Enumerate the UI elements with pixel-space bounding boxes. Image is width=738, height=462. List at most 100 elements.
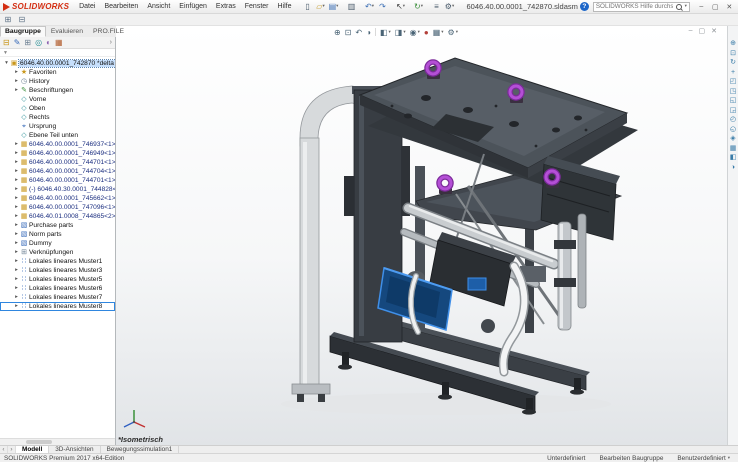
tree-item-favorites[interactable]: ▸ ★ Favoriten (0, 68, 115, 77)
redo-button[interactable]: ↷ (377, 1, 389, 12)
expand-icon[interactable]: ▸ (13, 268, 20, 274)
options-button[interactable]: ⚙▾ (444, 1, 456, 12)
tree-item-plane-part-bottom[interactable]: ◇ Ebene Teil unten (0, 131, 115, 140)
tab-scroll-right-button[interactable]: › (8, 446, 16, 453)
feature-manager-tab-icon[interactable]: ⊟ (3, 39, 10, 47)
tab-scroll-left-button[interactable]: ‹ (0, 446, 8, 453)
file-properties-button[interactable]: ≡ (431, 1, 443, 12)
scrollbar-thumb[interactable] (26, 440, 52, 444)
menu-datei[interactable]: Datei (75, 1, 99, 12)
tree-item-component-collection[interactable]: ▸ ▦ 6046.40.00.0001_746949<1> "collectio (0, 149, 115, 158)
print-button[interactable]: ▥ (346, 1, 358, 12)
previous-view-button[interactable]: ↶ (355, 28, 362, 37)
dimxpert-manager-tab-icon[interactable]: ◎ (35, 39, 42, 47)
document-restore-button[interactable]: ▢ (699, 27, 706, 35)
assembly-tool-button-2[interactable]: ⊟ (16, 14, 28, 25)
pan-view-icon[interactable]: + (731, 69, 735, 76)
collapse-icon[interactable]: ▾ (3, 61, 10, 67)
tree-item-folder-norm-parts[interactable]: ▸ ▧ Norm parts (0, 230, 115, 239)
front-view-icon[interactable]: ◰ (730, 78, 737, 85)
tree-horizontal-scrollbar[interactable] (0, 438, 115, 445)
expand-icon[interactable]: ▸ (13, 70, 20, 76)
expand-icon[interactable]: ▸ (13, 205, 20, 211)
save-button[interactable]: ▤▾ (328, 1, 340, 12)
tree-item-component-quickchange[interactable]: ▸ ▦ 6046.40.00.0001_745662<1> "quickch (0, 194, 115, 203)
tree-item-folder-dummy[interactable]: ▸ ▧ Dummy (0, 239, 115, 248)
hide-show-items-button[interactable]: ◉▾ (410, 28, 420, 37)
tab-bewegungssimulation[interactable]: Bewegungssimulation1 (101, 446, 180, 453)
left-view-icon[interactable]: ◱ (730, 97, 737, 104)
menu-fenster[interactable]: Fenster (241, 1, 273, 12)
document-minimize-button[interactable]: – (689, 27, 693, 35)
display-manager-tab-icon[interactable]: ◐ (46, 39, 51, 47)
menu-extras[interactable]: Extras (212, 1, 240, 12)
zoom-area-button[interactable]: ⊡ (345, 28, 352, 37)
tree-root-assembly[interactable]: ▾ ▣ 6046.40.00.0001_742870 *delta picker… (0, 59, 115, 68)
tree-item-origin[interactable]: ⌖ Ursprung (0, 122, 115, 131)
tree-item-pattern-6[interactable]: ▸ ∷ Lokales lineares Muster6 (0, 284, 115, 293)
bottom-view-icon[interactable]: ◵ (730, 126, 736, 133)
solidworks-help-icon[interactable]: ? (580, 2, 589, 11)
tree-item-component-cable[interactable]: ▸ ▦ (-) 6046.40.30.0001_744828<1> "cable (0, 185, 115, 194)
top-view-icon[interactable]: ◴ (730, 116, 736, 123)
isometric-view-icon[interactable]: ◈ (730, 135, 735, 142)
tree-item-plane-front[interactable]: ◇ Vorne (0, 95, 115, 104)
menu-ansicht[interactable]: Ansicht (143, 1, 174, 12)
units-dropdown[interactable]: Benutzerdefiniert ▾ (677, 455, 730, 462)
zoom-fit-button[interactable]: ⊕ (334, 28, 341, 37)
profile-manager-tab-icon[interactable]: ▦ (55, 39, 63, 47)
expand-icon[interactable]: ▸ (13, 79, 20, 85)
expand-icon[interactable]: ▸ (13, 178, 20, 184)
tab-modell[interactable]: Modell (16, 446, 49, 453)
expand-icon[interactable]: ▸ (13, 142, 20, 148)
undo-button[interactable]: ↶▾ (364, 1, 376, 12)
cad-model[interactable] (116, 26, 727, 445)
property-manager-tab-icon[interactable]: ✎ (14, 39, 21, 47)
tab-evaluieren[interactable]: Evaluieren (46, 26, 88, 37)
tree-item-pattern-7[interactable]: ▸ ∷ Lokales lineares Muster7 (0, 293, 115, 302)
tree-item-pattern-3[interactable]: ▸ ∷ Lokales lineares Muster3 (0, 266, 115, 275)
expand-icon[interactable]: ▸ (13, 160, 20, 166)
expand-icon[interactable]: ▸ (13, 232, 20, 238)
view-settings-button[interactable]: ⚙▾ (448, 28, 458, 37)
view-orientation-button[interactable]: ◧▾ (380, 28, 391, 37)
section-view-icon[interactable]: ◑ (731, 164, 735, 171)
new-document-button[interactable]: ▯ (302, 1, 314, 12)
tree-item-component-reference-1[interactable]: ▸ ▦ 6046.40.00.0001_744701<1> "referenz (0, 158, 115, 167)
filter-icon[interactable]: ▼ (3, 50, 8, 56)
tab-3d-ansichten[interactable]: 3D-Ansichten (49, 446, 100, 453)
expand-icon[interactable]: ▸ (13, 304, 20, 310)
expand-icon[interactable]: ▸ (13, 169, 20, 175)
tree-item-annotations[interactable]: ▸ ✎ Beschriftungen (0, 86, 115, 95)
shaded-style-icon[interactable]: ◧ (730, 154, 737, 161)
search-input[interactable] (596, 3, 673, 10)
display-style-button[interactable]: ◨▾ (395, 28, 406, 37)
maximize-button[interactable]: ▢ (709, 1, 722, 12)
search-icon[interactable] (675, 3, 683, 11)
menu-einfuegen[interactable]: Einfügen (175, 1, 211, 12)
edit-appearance-button[interactable]: ● (424, 28, 429, 37)
minimize-button[interactable]: – (695, 1, 708, 12)
tree-item-component-conveyor[interactable]: ▸ ▦ 6046.40.00.0001_747096<1> "conveyo (0, 203, 115, 212)
expand-icon[interactable]: ▸ (13, 241, 20, 247)
tab-profile[interactable]: PRO.FILE (88, 26, 129, 37)
expand-icon[interactable]: ▸ (13, 88, 20, 94)
tree-item-component-reference-2[interactable]: ▸ ▦ 6046.40.00.0001_744701<1> "referenz (0, 176, 115, 185)
select-tool-button[interactable]: ↖▾ (395, 1, 407, 12)
expand-icon[interactable]: ▸ (13, 250, 20, 256)
apply-scene-button[interactable]: ▦▾ (433, 28, 444, 37)
back-view-icon[interactable]: ◳ (730, 88, 737, 95)
menu-bearbeiten[interactable]: Bearbeiten (100, 1, 142, 12)
menu-hilfe[interactable]: Hilfe (274, 1, 296, 12)
help-search-box[interactable]: ▾ (593, 2, 690, 12)
tree-item-folder-purchase-parts[interactable]: ▸ ▧ Purchase parts (0, 221, 115, 230)
document-close-button[interactable]: ✕ (711, 27, 717, 35)
tree-item-component-delta[interactable]: ▸ ▦ 6046.40.00.0001_744704<1> "delta ca (0, 167, 115, 176)
tree-item-component-slide-sheet[interactable]: ▸ ▦ 6046.40.01.0008_744865<2> "slide she (0, 212, 115, 221)
configuration-manager-tab-icon[interactable]: ⊞ (24, 39, 31, 47)
zoom-fit-icon[interactable]: ⊕ (730, 40, 736, 47)
expand-icon[interactable]: ▸ (13, 223, 20, 229)
zoom-area-icon[interactable]: ⊡ (730, 50, 736, 57)
panel-tabs-overflow-button[interactable]: › (110, 39, 112, 46)
tree-item-plane-right[interactable]: ◇ Rechts (0, 113, 115, 122)
